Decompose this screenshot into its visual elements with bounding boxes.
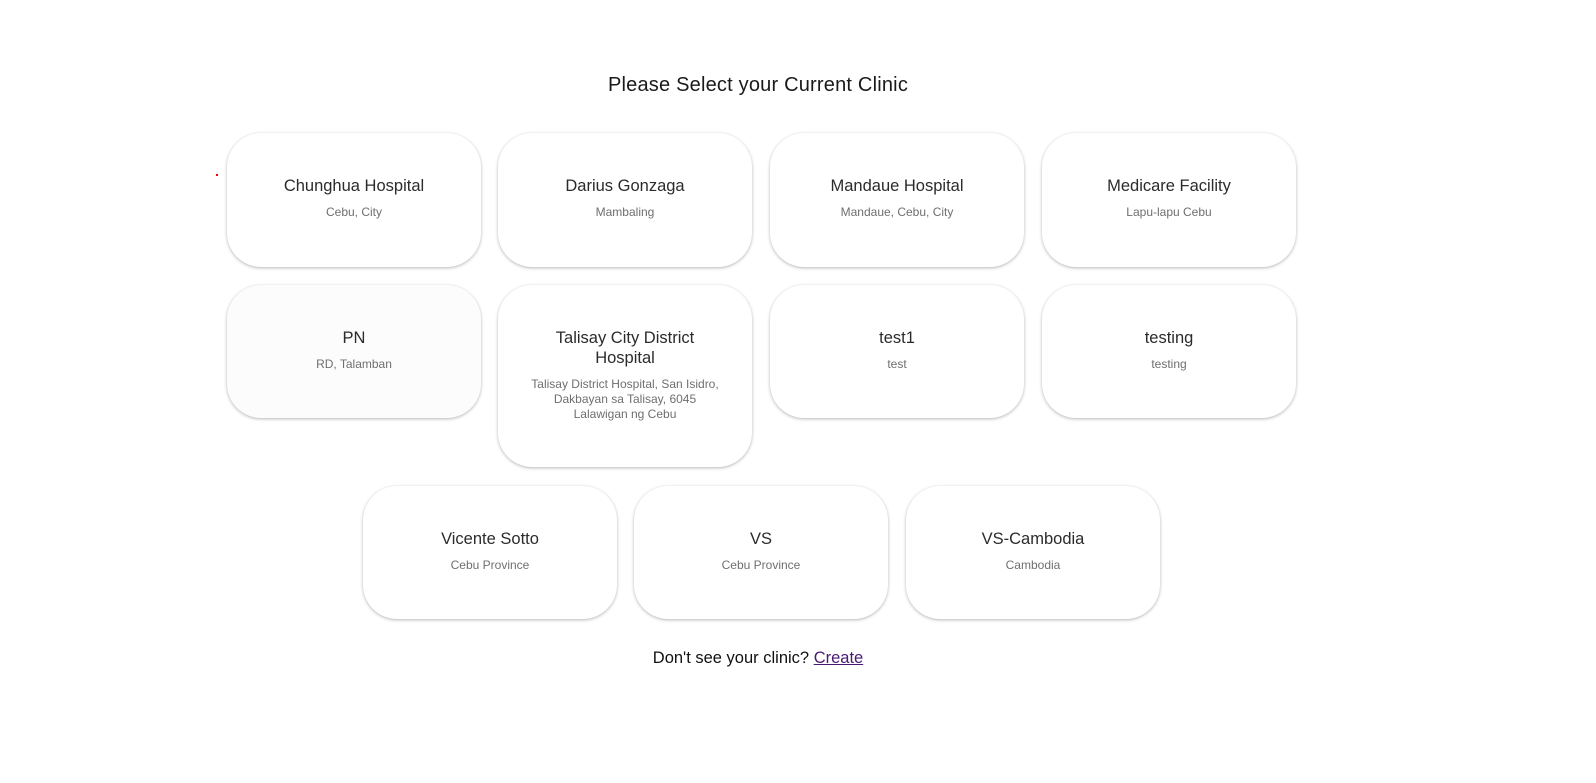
clinic-name: Vicente Sotto — [441, 530, 539, 548]
clinic-name: Darius Gonzaga — [565, 177, 685, 195]
clinic-card-testing[interactable]: testing testing — [1042, 285, 1296, 418]
clinic-card-mandaue-hospital[interactable]: Mandaue Hospital Mandaue, Cebu, City — [770, 133, 1024, 267]
clinic-address: Cebu, City — [325, 205, 383, 219]
clinic-name: PN — [342, 329, 366, 347]
clinic-selection-page: Please Select your Current Clinic Chungh… — [0, 0, 1596, 783]
clinic-name: VS — [749, 530, 772, 548]
clinic-name: Medicare Facility — [1107, 177, 1231, 195]
clinic-card-darius-gonzaga[interactable]: Darius Gonzaga Mambaling — [498, 133, 752, 267]
clinic-address: Lapu-lapu Cebu — [1126, 205, 1212, 219]
create-clinic-link[interactable]: Create — [814, 649, 864, 667]
clinic-card-vs-cambodia[interactable]: VS-Cambodia Cambodia — [906, 486, 1160, 619]
clinic-address: Cambodia — [1005, 558, 1061, 572]
clinic-address: Cebu Province — [450, 558, 530, 572]
cursor-dot — [216, 174, 218, 176]
clinic-address: Mambaling — [595, 205, 655, 219]
clinic-card-medicare-facility[interactable]: Medicare Facility Lapu-lapu Cebu — [1042, 133, 1296, 267]
clinic-name: Mandaue Hospital — [830, 177, 964, 195]
page-title: Please Select your Current Clinic — [607, 74, 909, 96]
clinic-name: Talisay City District Hospital — [555, 329, 695, 367]
clinic-address: RD, Talamban — [316, 357, 392, 371]
clinic-name: VS-Cambodia — [981, 530, 1085, 548]
footer-prompt-text: Don't see your clinic? — [652, 649, 810, 667]
clinic-name: Chunghua Hospital — [283, 177, 425, 195]
clinic-name: testing — [1144, 329, 1194, 347]
clinic-name: test1 — [879, 329, 915, 347]
clinic-card-talisay-city-district-hospital[interactable]: Talisay City District Hospital Talisay D… — [498, 285, 752, 467]
clinic-card-test1[interactable]: test1 test — [770, 285, 1024, 418]
clinic-card-pn[interactable]: PN RD, Talamban — [227, 285, 481, 418]
clinic-address: Talisay District Hospital, San Isidro, D… — [531, 377, 719, 421]
clinic-address: Cebu Province — [721, 558, 801, 572]
clinic-card-vicente-sotto[interactable]: Vicente Sotto Cebu Province — [363, 486, 617, 619]
clinic-address: test — [887, 357, 907, 371]
clinic-card-vs[interactable]: VS Cebu Province — [634, 486, 888, 619]
create-clinic-prompt: Don't see your clinic? Create — [0, 649, 1516, 668]
clinic-card-chunghua-hospital[interactable]: Chunghua Hospital Cebu, City — [227, 133, 481, 267]
clinic-address: testing — [1151, 357, 1187, 371]
clinic-address: Mandaue, Cebu, City — [840, 205, 954, 219]
